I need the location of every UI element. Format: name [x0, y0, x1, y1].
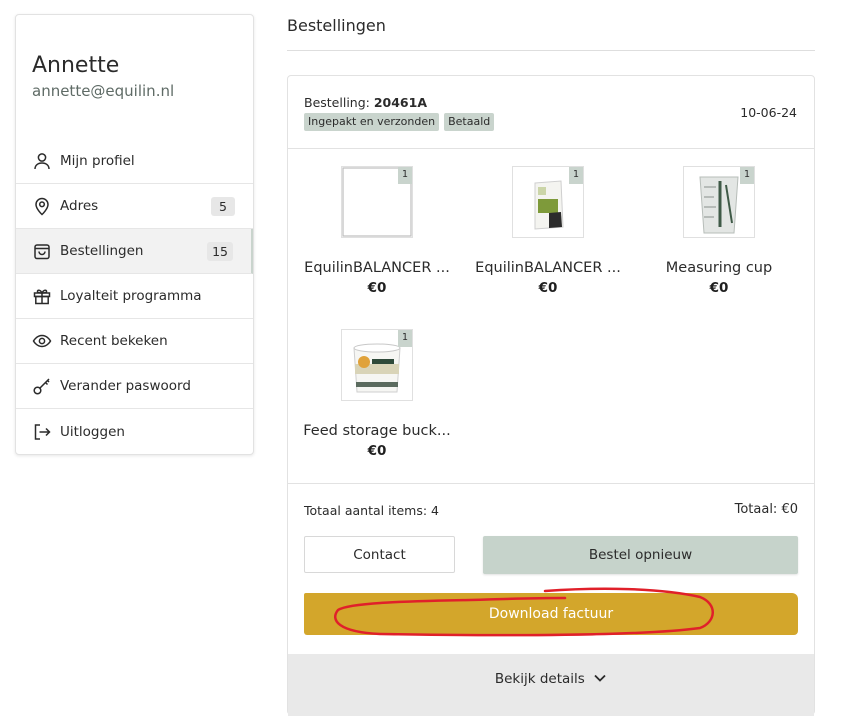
product-image[interactable]: 1 [341, 329, 413, 401]
details-toggle[interactable]: Bekijk details [288, 671, 814, 687]
menu-item-label: Adres [60, 198, 99, 214]
status-badge-paid: Betaald [444, 113, 495, 131]
download-invoice-button[interactable]: Download factuur [304, 593, 798, 635]
eye-icon [32, 331, 52, 351]
menu-item-verander-paswoord[interactable]: Verander paswoord [16, 364, 253, 409]
location-pin-icon [32, 196, 52, 216]
menu-item-label: Loyalteit programma [60, 288, 202, 304]
divider [288, 483, 814, 484]
product-name[interactable]: EquilinBALANCER ... [297, 260, 457, 276]
user-name: Annette [32, 53, 120, 78]
product-price: €0 [709, 280, 729, 296]
key-icon [32, 376, 52, 396]
order-number-label: Bestelling: [304, 95, 370, 110]
details-label: Bekijk details [494, 671, 585, 687]
details-toggle-bar[interactable]: Bekijk details [288, 654, 814, 716]
product-image[interactable]: 1 [683, 166, 755, 238]
shopping-bag-icon [32, 241, 52, 261]
account-menu: Mijn profiel Adres 5 Bestellingen 15 Loy… [16, 139, 253, 454]
count-badge: 5 [211, 197, 235, 216]
menu-item-label: Recent bekeken [60, 333, 168, 349]
order-number: Bestelling: 20461A [304, 95, 427, 110]
quantity-badge: 1 [569, 167, 583, 184]
menu-item-label: Mijn profiel [60, 153, 135, 169]
user-email: annette@equilin.nl [32, 82, 175, 100]
menu-item-recent-bekeken[interactable]: Recent bekeken [16, 319, 253, 364]
order-number-value: 20461A [373, 95, 428, 110]
page-title: Bestellingen [287, 16, 386, 35]
quantity-badge: 1 [398, 167, 412, 184]
menu-item-label: Verander paswoord [60, 378, 191, 394]
product-price: €0 [538, 280, 558, 296]
product-item[interactable]: 1 Measuring cup €0 [639, 166, 799, 296]
menu-item-mijn-profiel[interactable]: Mijn profiel [16, 139, 253, 184]
reorder-button[interactable]: Bestel opnieuw [483, 536, 798, 574]
menu-item-label: Uitloggen [60, 423, 125, 440]
product-item[interactable]: 1 EquilinBALANCER ... €0 [297, 166, 457, 296]
product-name[interactable]: Measuring cup [639, 260, 799, 276]
product-image[interactable]: 1 [341, 166, 413, 238]
product-name[interactable]: EquilinBALANCER ... [468, 260, 628, 276]
menu-item-adres[interactable]: Adres 5 [16, 184, 253, 229]
total-items: Totaal aantal items: 4 [304, 503, 439, 518]
gift-icon [32, 286, 52, 306]
menu-item-uitloggen[interactable]: Uitloggen [16, 409, 253, 454]
count-badge: 15 [207, 242, 233, 261]
product-price: €0 [367, 443, 387, 459]
menu-item-loyalteit-programma[interactable]: Loyalteit programma [16, 274, 253, 319]
divider [288, 148, 814, 149]
product-item[interactable]: 1 EquilinBALANCER ... €0 [468, 166, 628, 296]
order-status-tags: Ingepakt en verzonden Betaald [304, 113, 495, 131]
menu-item-label: Bestellingen [60, 243, 144, 259]
menu-item-bestellingen[interactable]: Bestellingen 15 [16, 229, 253, 274]
chevron-down-icon [593, 671, 607, 687]
user-icon [32, 151, 52, 171]
product-price: €0 [367, 280, 387, 296]
order-date: 10-06-24 [740, 105, 797, 120]
order-card: Bestelling: 20461A Ingepakt en verzonden… [287, 75, 815, 716]
logout-icon [32, 422, 52, 442]
order-total: Totaal: €0 [734, 502, 798, 517]
contact-button[interactable]: Contact [304, 536, 455, 573]
product-name[interactable]: Feed storage buck... [297, 423, 457, 439]
status-badge-shipped: Ingepakt en verzonden [304, 113, 440, 131]
quantity-badge: 1 [398, 330, 412, 347]
product-image[interactable]: 1 [512, 166, 584, 238]
product-item[interactable]: 1 Feed storage buck... €0 [297, 329, 457, 459]
quantity-badge: 1 [740, 167, 754, 184]
divider [287, 50, 815, 51]
account-sidebar: Annette annette@equilin.nl Mijn profiel … [15, 14, 254, 455]
